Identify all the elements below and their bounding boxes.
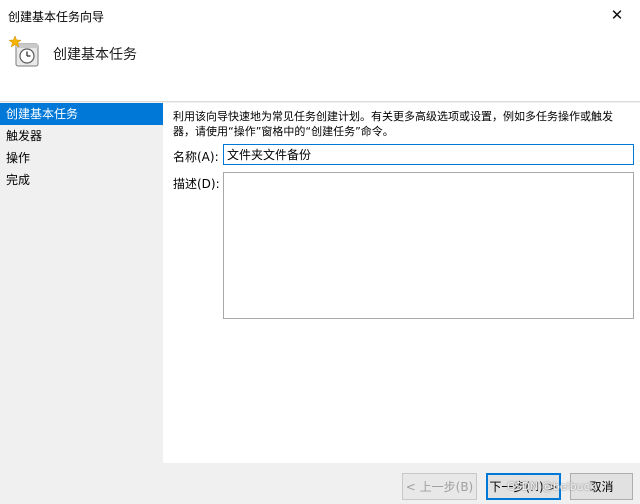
wizard-content-panel: 利用该向导快速地为常见任务创建计划。有关更多高级选项或设置，例如多任务操作或触发… — [163, 103, 640, 463]
close-button[interactable]: ✕ — [594, 0, 640, 30]
clock-task-icon — [8, 35, 39, 67]
window-title: 创建基本任务向导 — [8, 10, 105, 24]
sidebar-item-label: 创建基本任务 — [6, 107, 79, 121]
wizard-window: 创建基本任务向导 ✕ 创建基本任务 创建基本任务 触发器 操作 完成 利用该向导… — [0, 0, 640, 504]
sidebar-item-label: 操作 — [6, 151, 31, 165]
title-bar: 创建基本任务向导 ✕ — [0, 0, 640, 30]
watermark: CSDN @belbuck — [506, 480, 596, 493]
description-textarea[interactable] — [223, 172, 634, 319]
close-icon: ✕ — [610, 6, 624, 24]
sidebar-item-create-task[interactable]: 创建基本任务 — [0, 103, 163, 125]
sidebar-item-label: 完成 — [6, 173, 31, 187]
back-button[interactable]: < 上一步(B) — [402, 473, 477, 500]
name-label: 名称(A): — [173, 150, 219, 164]
name-input[interactable] — [223, 144, 634, 165]
sidebar-item-label: 触发器 — [6, 129, 43, 143]
sidebar-item-trigger[interactable]: 触发器 — [0, 125, 163, 147]
wizard-title: 创建基本任务 — [53, 47, 137, 63]
sidebar-item-action[interactable]: 操作 — [0, 147, 163, 169]
wizard-header: 创建基本任务 — [0, 30, 640, 102]
sidebar-item-finish[interactable]: 完成 — [0, 169, 163, 191]
description-label: 描述(D): — [173, 177, 220, 191]
instruction-text: 利用该向导快速地为常见任务创建计划。有关更多高级选项或设置，例如多任务操作或触发… — [173, 110, 613, 138]
wizard-steps-sidebar: 创建基本任务 触发器 操作 完成 — [0, 103, 163, 463]
